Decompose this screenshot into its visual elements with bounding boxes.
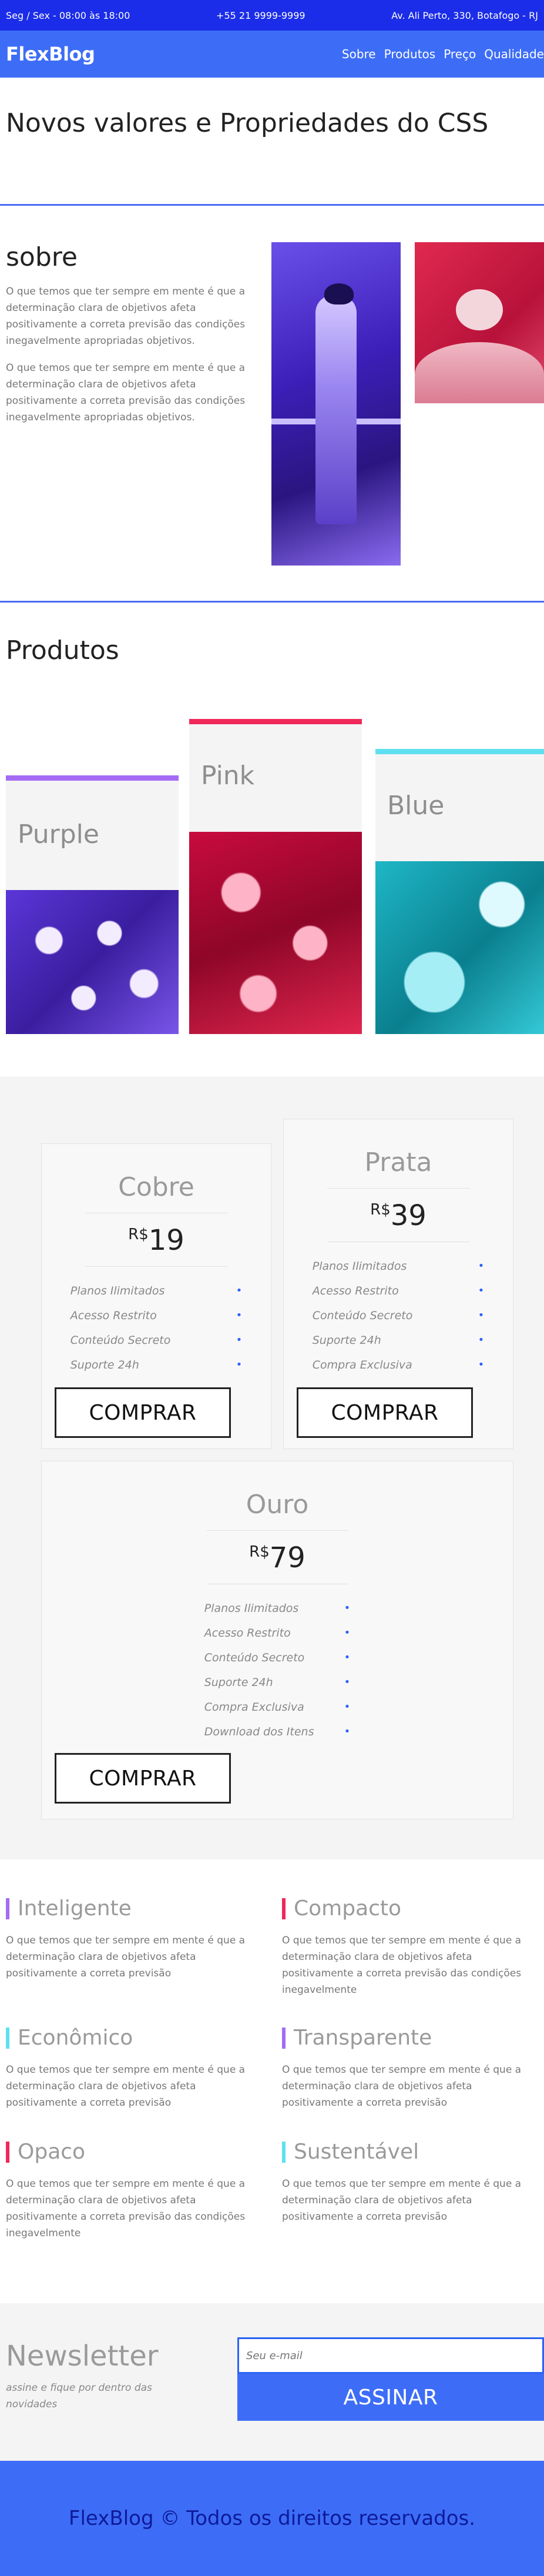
- product-accent-bar: [189, 719, 362, 724]
- plan-feature: Compra Exclusiva •: [312, 1359, 485, 1371]
- feature-item: Compacto O que temos que ter sempre em m…: [282, 1898, 540, 1998]
- feature-text: O que temos que ter sempre em mente é qu…: [6, 2178, 246, 2239]
- plan-feature: Conteúdo Secreto •: [312, 1309, 485, 1322]
- newsletter-title: Newsletter: [6, 2340, 159, 2373]
- feature-title: Compacto: [282, 1898, 540, 1919]
- plan-price: R$39: [370, 1199, 427, 1232]
- feature-text: O que temos que ter sempre em mente é qu…: [282, 2178, 522, 2223]
- plan-feature: Planos Ilimitados •: [204, 1602, 351, 1615]
- site-logo[interactable]: FlexBlog: [6, 43, 95, 65]
- products-section: Produtos Purple Pink Blue: [0, 603, 544, 1076]
- site-footer: FlexBlog © Todos os direitos reservados.: [0, 2461, 544, 2576]
- feature-text: O que temos que ter sempre em mente é qu…: [6, 2064, 246, 2109]
- products-title: Produtos: [6, 635, 119, 665]
- plan-feature: Planos Ilimitados •: [312, 1260, 485, 1273]
- plan-feature: Compra Exclusiva •: [204, 1701, 351, 1714]
- product-card-blue[interactable]: Blue: [375, 749, 544, 1034]
- feature-item: Transparente O que temos que ter sempre …: [282, 2028, 540, 2111]
- feature-text: O que temos que ter sempre em mente é qu…: [282, 2064, 522, 2109]
- newsletter-section: Newsletter assine e fique por dentro das…: [0, 2303, 544, 2461]
- site-header: FlexBlog Sobre Produtos Preço Qualidade: [0, 31, 544, 78]
- plan-price: R$79: [249, 1541, 305, 1574]
- product-accent-bar: [6, 775, 179, 781]
- product-image: [189, 832, 362, 1034]
- about-section: sobre O que temos que ter sempre em ment…: [0, 206, 544, 601]
- product-image: [6, 890, 179, 1034]
- buy-button-ouro[interactable]: COMPRAR: [55, 1753, 231, 1804]
- buy-button-prata[interactable]: COMPRAR: [297, 1387, 473, 1438]
- nav-link-sobre[interactable]: Sobre: [342, 47, 376, 61]
- feature-title: Transparente: [282, 2028, 540, 2049]
- about-paragraph-2: O que temos que ter sempre em mente é qu…: [6, 362, 246, 423]
- plan-card-prata: Prata R$39 Planos Ilimitados • Acesso Res…: [283, 1119, 513, 1449]
- plan-feature: Suporte 24h •: [70, 1359, 243, 1371]
- product-image: [375, 861, 544, 1034]
- feature-text: O que temos que ter sempre em mente é qu…: [6, 1935, 246, 1979]
- about-title: sobre: [6, 242, 78, 272]
- feature-title: Inteligente: [6, 1898, 264, 1919]
- plan-feature: Download dos Itens •: [204, 1725, 351, 1738]
- address: Av. Ali Perto, 330, Botafogo - RJ: [391, 9, 538, 21]
- plan-features: Planos Ilimitados • Acesso Restrito • Cont…: [70, 1279, 243, 1377]
- plan-feature: Acesso Restrito •: [312, 1284, 485, 1297]
- feature-item: Inteligente O que temos que ter sempre e…: [6, 1898, 264, 1982]
- feature-text: O que temos que ter sempre em mente é qu…: [282, 1935, 522, 1996]
- about-paragraph-1: O que temos que ter sempre em mente é qu…: [6, 286, 246, 347]
- product-accent-bar: [375, 749, 544, 754]
- plan-feature: Planos Ilimitados •: [70, 1284, 243, 1297]
- page-title: Novos valores e Propriedades do CSS: [6, 108, 489, 138]
- feature-title: Opaco: [6, 2142, 264, 2163]
- feature-item: Sustentável O que temos que ter sempre e…: [282, 2142, 540, 2225]
- newsletter-subtitle: assine e fique por dentro das novidades: [6, 2382, 152, 2410]
- nav-link-preco[interactable]: Preço: [444, 47, 476, 61]
- about-photo-woman: [271, 242, 401, 566]
- plan-name: Cobre: [118, 1172, 194, 1202]
- feature-item: Opaco O que temos que ter sempre em ment…: [6, 2142, 264, 2242]
- product-label: Pink: [201, 761, 255, 791]
- product-label: Purple: [18, 819, 99, 849]
- pricing-section: Cobre R$19 Planos Ilimitados • Acesso Res…: [0, 1076, 544, 1859]
- plan-feature: Suporte 24h •: [204, 1676, 351, 1689]
- feature-title: Econômico: [6, 2028, 264, 2049]
- footer-copyright: FlexBlog © Todos os direitos reservados.: [68, 2507, 476, 2530]
- plan-feature: Acesso Restrito •: [70, 1309, 243, 1322]
- features-section: Inteligente O que temos que ter sempre e…: [0, 1859, 544, 2303]
- email-field[interactable]: [237, 2337, 544, 2374]
- feature-title: Sustentável: [282, 2142, 540, 2163]
- subscribe-button[interactable]: ASSINAR: [237, 2374, 544, 2421]
- plan-name: Ouro: [246, 1490, 309, 1520]
- plan-card-cobre: Cobre R$19 Planos Ilimitados • Acesso Res…: [41, 1143, 271, 1449]
- opening-hours: Seg / Sex - 08:00 às 18:00: [6, 9, 130, 21]
- product-card-purple[interactable]: Purple: [6, 775, 179, 1034]
- nav-link-qualidade[interactable]: Qualidade: [484, 47, 544, 61]
- nav-link-produtos[interactable]: Produtos: [384, 47, 436, 61]
- feature-item: Econômico O que temos que ter sempre em …: [6, 2028, 264, 2111]
- plan-features: Planos Ilimitados • Acesso Restrito • Cont…: [204, 1596, 351, 1744]
- product-card-pink[interactable]: Pink: [189, 719, 362, 1034]
- plan-card-ouro: Ouro R$79 Planos Ilimitados • Acesso Rest…: [41, 1461, 513, 1819]
- top-info-bar: Seg / Sex - 08:00 às 18:00 +55 21 9999-9…: [0, 0, 544, 31]
- plan-feature: Suporte 24h •: [312, 1334, 485, 1347]
- plan-price: R$19: [128, 1224, 184, 1257]
- plan-features: Planos Ilimitados • Acesso Restrito • Cont…: [313, 1254, 485, 1377]
- plan-feature: Conteúdo Secreto •: [204, 1651, 351, 1664]
- plan-feature: Conteúdo Secreto •: [70, 1334, 243, 1347]
- product-label: Blue: [387, 791, 445, 821]
- plan-feature: Acesso Restrito •: [204, 1627, 351, 1640]
- buy-button-cobre[interactable]: COMPRAR: [55, 1387, 231, 1438]
- main-nav: Sobre Produtos Preço Qualidade: [342, 47, 544, 61]
- about-photo-hands: [415, 242, 544, 403]
- phone-number[interactable]: +55 21 9999-9999: [216, 10, 305, 21]
- intro-section: Novos valores e Propriedades do CSS: [0, 78, 544, 204]
- plan-name: Prata: [364, 1148, 432, 1177]
